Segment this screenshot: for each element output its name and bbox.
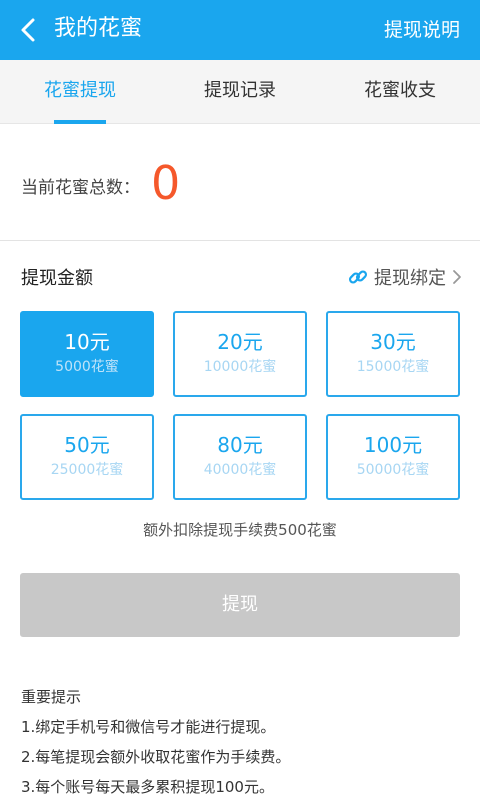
option-amount: 10元 <box>64 330 110 354</box>
option-cost: 10000花蜜 <box>203 359 277 375</box>
amount-option-80[interactable]: 80元 40000花蜜 <box>173 414 307 500</box>
amount-option-30[interactable]: 30元 15000花蜜 <box>326 311 460 397</box>
option-amount: 20元 <box>217 330 263 354</box>
notes-section: 重要提示 1.绑定手机号和微信号才能进行提现。 2.每笔提现会额外收取花蜜作为手… <box>21 682 290 800</box>
option-amount: 50元 <box>64 433 110 457</box>
link-icon <box>348 270 368 284</box>
page-title: 我的花蜜 <box>54 16 143 41</box>
option-cost: 5000花蜜 <box>55 359 119 375</box>
tab-withdraw-records[interactable]: 提现记录 <box>160 60 320 124</box>
tab-nectar-ledger-label: 花蜜收支 <box>364 80 436 101</box>
amount-option-50[interactable]: 50元 25000花蜜 <box>20 414 154 500</box>
option-cost: 15000花蜜 <box>356 359 430 375</box>
tab-withdraw-records-label: 提现记录 <box>204 80 276 101</box>
option-cost: 50000花蜜 <box>356 462 430 478</box>
option-amount: 80元 <box>217 433 263 457</box>
tab-nectar-ledger[interactable]: 花蜜收支 <box>320 60 480 124</box>
option-amount: 30元 <box>370 330 416 354</box>
amount-option-100[interactable]: 100元 50000花蜜 <box>326 414 460 500</box>
bind-account-link[interactable]: 提现绑定 <box>348 263 462 291</box>
app-bar: 我的花蜜 提现说明 <box>0 0 480 60</box>
notes-title: 重要提示 <box>21 688 82 706</box>
tab-withdraw-label: 花蜜提现 <box>44 80 116 101</box>
option-amount: 100元 <box>363 433 423 457</box>
withdraw-amount-title: 提现金额 <box>21 268 93 289</box>
tab-withdraw[interactable]: 花蜜提现 <box>0 60 160 124</box>
option-cost: 25000花蜜 <box>50 462 124 478</box>
balance-panel: 当前花蜜总数： 0 <box>0 124 480 240</box>
balance-value: 0 <box>151 156 181 210</box>
withdraw-button[interactable]: 提现 <box>20 573 460 637</box>
note-item: 3.每个账号每天最多累积提现100元。 <box>21 778 274 796</box>
note-item: 2.每笔提现会额外收取花蜜作为手续费。 <box>21 748 291 766</box>
option-cost: 40000花蜜 <box>203 462 277 478</box>
chevron-right-icon <box>453 270 461 284</box>
back-arrow-icon[interactable] <box>14 15 44 45</box>
amount-option-10[interactable]: 10元 5000花蜜 <box>20 311 154 397</box>
tab-bar: 花蜜提现 提现记录 花蜜收支 <box>0 60 480 124</box>
fee-note: 额外扣除提现手续费500花蜜 <box>143 521 337 539</box>
withdraw-help-link[interactable]: 提现说明 <box>384 16 460 44</box>
balance-label: 当前花蜜总数： <box>21 178 140 198</box>
amount-option-20[interactable]: 20元 10000花蜜 <box>173 311 307 397</box>
bind-account-label: 提现绑定 <box>374 268 446 289</box>
note-item: 1.绑定手机号和微信号才能进行提现。 <box>21 718 276 736</box>
divider <box>0 240 480 241</box>
